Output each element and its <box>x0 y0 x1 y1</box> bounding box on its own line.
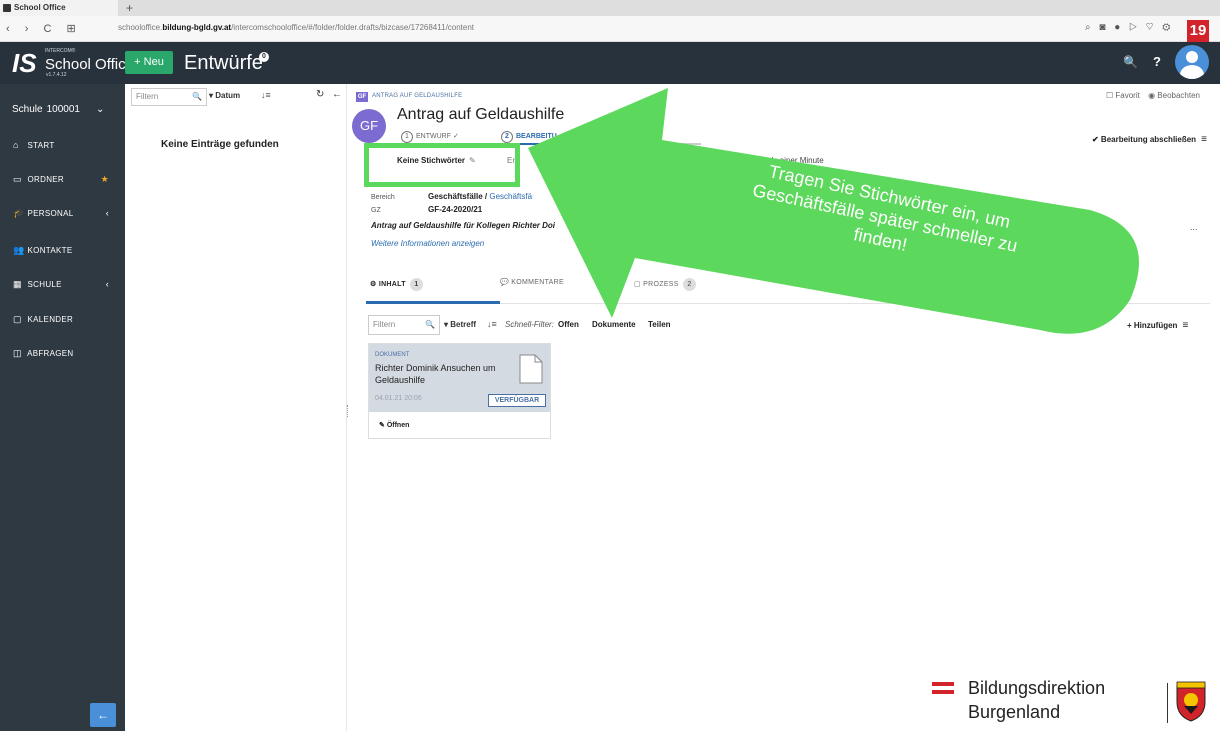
browser-tabbar: School Office + <box>0 0 1220 16</box>
open-document-button[interactable]: ✎ Öffnen <box>379 421 409 429</box>
search-icon: 🔍 <box>425 320 435 329</box>
case-title: Antrag auf Geldaushilfe <box>397 106 565 123</box>
case-avatar: GF <box>352 109 386 143</box>
page-title: Entwürfe <box>184 52 263 74</box>
case-type-tag: GF <box>356 92 368 102</box>
watch-button[interactable]: ◉ Beobachten <box>1148 91 1200 100</box>
new-tab-button[interactable]: + <box>126 0 133 16</box>
favicon-icon <box>3 4 11 12</box>
app-version: v1.7.4.12 <box>46 72 67 78</box>
calendar-icon: ▢ <box>13 314 22 324</box>
sidebar-item-start[interactable]: ⌂ Start <box>0 135 125 155</box>
favorite-button[interactable]: ☐ Favorit <box>1106 91 1140 100</box>
quick-filter-label: Schnell-Filter: <box>505 320 554 329</box>
step-badge: 19 <box>1187 20 1209 42</box>
url-field[interactable]: schooloffice.bildung-bgld.gv.at/intercom… <box>118 23 474 32</box>
document-card[interactable]: DOKUMENT Richter Dominik Ansuchen um Gel… <box>368 343 551 439</box>
tab-inhalt[interactable]: ⚙ Inhalt 1 <box>370 278 424 291</box>
step-abgelegt[interactable]: EGT <box>611 129 701 145</box>
content-sort-dropdown[interactable]: ▾ Betreff <box>444 320 476 329</box>
brand-divider <box>1167 683 1168 723</box>
list-sort-dropdown[interactable]: ▾ Datum <box>209 91 240 100</box>
menu-icon: ≡ <box>1201 134 1207 145</box>
home-icon: ⌂ <box>13 140 19 150</box>
external-link-icon: ✎ <box>379 422 385 429</box>
active-tab-indicator <box>366 301 500 304</box>
content-filter-bar: Filtern 🔍 ▾ Betreff ↓≡ Schnell-Filter: O… <box>368 315 1210 335</box>
callout-text: Tragen Sie Stichwörter ein, um Geschäfts… <box>750 161 1020 256</box>
chevron-left-icon: ‹ <box>105 208 109 218</box>
chevron-down-icon: ⌄ <box>96 104 105 115</box>
tab-kommentare[interactable]: 💬 Kommentare <box>500 278 564 286</box>
document-icon <box>519 354 543 384</box>
logo-brand: INTERCOM® <box>45 48 76 54</box>
content-filter-input[interactable]: Filtern 🔍 <box>368 315 440 335</box>
browser-tab-title: School Office <box>14 3 66 12</box>
school-selector[interactable]: Schule 100001 ⌄ <box>12 104 104 115</box>
users-icon: 👥 <box>13 245 25 255</box>
browser-tab[interactable]: School Office <box>0 0 118 16</box>
empty-list-message: Keine Einträge gefunden <box>161 139 279 150</box>
add-button[interactable]: + Hinzufügen ≡ <box>1127 320 1188 331</box>
quick-filter-offen[interactable]: Offen <box>558 320 579 329</box>
sidebar: Schule 100001 ⌄ ⌂ Start ▭ Ordner ★ 🎓 Pers… <box>0 84 125 731</box>
quick-filter-teilen[interactable]: Teilen <box>648 320 671 329</box>
austria-flag-icon <box>932 682 954 694</box>
search-icon[interactable]: 🔍 <box>1123 55 1138 69</box>
panel-resize-handle[interactable] <box>347 405 349 417</box>
new-button[interactable]: + Neu <box>125 51 173 74</box>
building-icon: ▦ <box>13 279 22 289</box>
chevron-left-icon: ‹ <box>105 279 109 289</box>
document-date: 04.01.21 20:06 <box>375 395 422 402</box>
sidebar-collapse-button[interactable]: ← <box>90 703 116 727</box>
arrow-left-icon[interactable]: ← <box>332 89 342 100</box>
extension-icons[interactable]: ⌕ ◙ ● ▷ ♡ ⚙ <box>1085 22 1173 33</box>
brand-region: Burgenland <box>968 702 1061 722</box>
sidebar-item-personal[interactable]: 🎓 Personal ‹ <box>0 203 125 223</box>
square-icon: ▢ <box>634 281 641 288</box>
gear-icon: ⚙ <box>370 281 377 288</box>
sidebar-item-kontakte[interactable]: 👥 Kontakte <box>0 240 125 260</box>
binoculars-icon: ◫ <box>13 348 22 358</box>
sidebar-item-kalender[interactable]: ▢ Kalender <box>0 309 125 329</box>
logo-icon: IS <box>12 48 37 78</box>
address-bar: ‹ › C ⊞ schooloffice.bildung-bgld.gv.at/… <box>0 16 1220 42</box>
brand-name: Bildungsdirektion <box>968 678 1106 698</box>
graduation-cap-icon: 🎓 <box>13 208 25 218</box>
breadcrumb[interactable]: ANTRAG AUF GELDAUSHILFE <box>372 93 462 99</box>
sidebar-item-ordner[interactable]: ▭ Ordner ★ <box>0 169 125 189</box>
menu-icon: ≡ <box>1182 320 1189 331</box>
folder-icon: ▭ <box>13 174 22 184</box>
tab-prozess[interactable]: ▢ Prozess 2 <box>634 278 696 291</box>
document-title[interactable]: Richter Dominik Ansuchen um Geldaushilfe <box>375 362 505 386</box>
refresh-icon[interactable]: ↻ <box>316 89 324 100</box>
list-panel: Filtern 🔍 ▾ Datum ↓≡ ↻ ← Keine Einträge … <box>125 84 347 731</box>
case-description: Antrag auf Geldaushilfe für Kollegen Ric… <box>371 221 556 230</box>
logo-name: School Office <box>45 56 134 73</box>
help-button[interactable]: ? <box>1153 54 1161 69</box>
list-filter-input[interactable]: Filtern 🔍 <box>131 88 207 106</box>
title-count-badge: 0 <box>259 52 269 62</box>
case-meta: Bereich Geschäftsfälle / Geschäftsfä GZ GF… <box>371 192 533 214</box>
sort-direction-icon[interactable]: ↓≡ <box>487 319 497 329</box>
more-info-link[interactable]: Weitere Informationen anzeigen <box>371 239 484 248</box>
status-badge: VERFÜGBAR <box>488 394 546 407</box>
comment-icon: 💬 <box>500 279 510 286</box>
keywords-highlight <box>364 143 520 187</box>
sidebar-item-abfragen[interactable]: ◫ Abfragen <box>0 343 125 363</box>
star-icon: ★ <box>100 174 109 184</box>
quick-filter-dokumente[interactable]: Dokumente <box>592 320 636 329</box>
content-tabs: ⚙ Inhalt 1 💬 Kommentare ▢ Prozess 2 <box>366 276 1210 304</box>
coat-of-arms-icon <box>1176 681 1206 722</box>
document-type: DOKUMENT <box>375 352 410 358</box>
app-header: IS INTERCOM® School Office v1.7.4.12 + N… <box>0 42 1220 84</box>
finish-editing-button[interactable]: ✔ Bearbeitung abschließen ≡ <box>1092 134 1207 145</box>
case-top-actions: ☐ Favorit ◉ Beobachten <box>1100 91 1200 100</box>
more-options-icon[interactable]: ... <box>1190 222 1198 232</box>
browser-nav-icons[interactable]: ‹ › C ⊞ <box>6 22 82 35</box>
sort-direction-icon[interactable]: ↓≡ <box>261 90 271 100</box>
search-icon: 🔍 <box>192 92 202 101</box>
user-avatar[interactable] <box>1175 45 1209 79</box>
sidebar-item-schule[interactable]: ▦ Schule ‹ <box>0 274 125 294</box>
